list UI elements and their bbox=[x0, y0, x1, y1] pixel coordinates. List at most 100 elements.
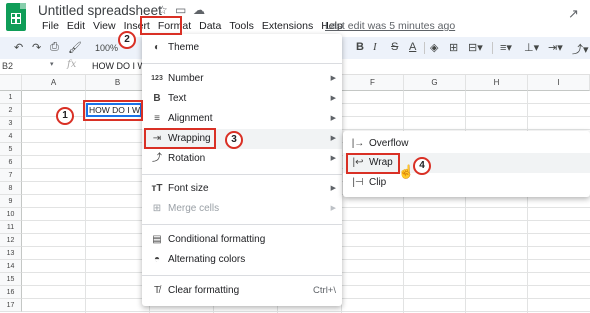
column-header[interactable]: G bbox=[404, 75, 466, 91]
menu-extensions[interactable]: Extensions bbox=[258, 20, 317, 32]
number-format-icon: 123 bbox=[151, 75, 163, 82]
italic-icon[interactable]: I bbox=[373, 41, 377, 53]
text-rotation-icon[interactable]: ⤴▾ bbox=[572, 41, 589, 57]
vertical-align-icon[interactable]: ⊥▾ bbox=[524, 41, 539, 54]
fx-label: fx bbox=[67, 59, 77, 70]
menu-edit[interactable]: Edit bbox=[63, 20, 89, 32]
submenu-item-overflow[interactable]: |→ Overflow bbox=[351, 134, 582, 154]
menu-file[interactable]: File bbox=[38, 20, 63, 32]
overflow-icon: |→ bbox=[351, 138, 365, 149]
grid-line bbox=[403, 91, 404, 313]
format-menu-highlight bbox=[140, 16, 182, 35]
menu-divider bbox=[142, 174, 342, 175]
row-header[interactable]: 15 bbox=[0, 273, 22, 286]
toolbar-divider bbox=[424, 42, 425, 54]
row-header[interactable]: 7 bbox=[0, 169, 22, 182]
wrapping-item-highlight bbox=[144, 128, 216, 149]
column-header[interactable]: I bbox=[528, 75, 590, 91]
menu-item-rotation[interactable]: ⤴ Rotation ▶ bbox=[150, 149, 336, 169]
row-header[interactable]: 2 bbox=[0, 104, 22, 117]
text-color-icon[interactable]: A bbox=[409, 41, 416, 53]
shortcut-label: Ctrl+\ bbox=[313, 285, 336, 296]
row-header[interactable]: 16 bbox=[0, 286, 22, 299]
row-header[interactable]: 5 bbox=[0, 143, 22, 156]
text-wrapping-icon[interactable]: ⇥▾ bbox=[548, 41, 563, 54]
zoom-select[interactable]: 100% bbox=[95, 43, 118, 53]
row-header[interactable]: 3 bbox=[0, 117, 22, 130]
column-header[interactable]: F bbox=[342, 75, 404, 91]
merge-cells-icon[interactable]: ⊟▾ bbox=[468, 41, 483, 54]
clear-format-icon: T̸ bbox=[153, 285, 161, 296]
step-badge: 1 bbox=[56, 107, 74, 125]
menu-item-clear-formatting[interactable]: T̸ Clear formatting Ctrl+\ bbox=[150, 281, 336, 301]
row-header[interactable]: 17 bbox=[0, 299, 22, 312]
fill-color-icon[interactable]: ◈ bbox=[430, 41, 438, 54]
menu-item-theme[interactable]: ◐ Theme bbox=[150, 38, 336, 58]
grid-line bbox=[22, 311, 590, 312]
submenu-arrow-icon: ▶ bbox=[330, 155, 336, 162]
menu-item-merge-cells[interactable]: ⊞ Merge cells ▶ bbox=[150, 199, 336, 219]
hand-cursor-icon: ☝ bbox=[398, 164, 415, 179]
format-menu: ◐ Theme 123 Number ▶ B Text ▶ ≡ Alignmen… bbox=[142, 34, 342, 306]
align-left-icon: ≡ bbox=[154, 113, 160, 124]
last-edit-link[interactable]: Last edit was 5 minutes ago bbox=[325, 20, 455, 32]
submenu-arrow-icon: ▶ bbox=[330, 185, 336, 192]
row-header[interactable]: 10 bbox=[0, 208, 22, 221]
wrap-item-highlight bbox=[346, 153, 400, 174]
activity-trend-icon[interactable]: ↗ bbox=[568, 6, 579, 22]
step-badge: 4 bbox=[413, 157, 431, 175]
menu-item-number[interactable]: 123 Number ▶ bbox=[150, 69, 336, 89]
select-all-corner[interactable] bbox=[0, 75, 22, 91]
toolbar-divider bbox=[492, 42, 493, 54]
row-header[interactable]: 11 bbox=[0, 221, 22, 234]
move-folder-icon[interactable]: ▭ bbox=[175, 3, 186, 17]
grid-line bbox=[465, 91, 466, 313]
menu-bar: File Edit View Insert Format Data Tools … bbox=[38, 20, 347, 32]
submenu-arrow-icon: ▶ bbox=[330, 75, 336, 82]
row-header[interactable]: 8 bbox=[0, 182, 22, 195]
borders-icon[interactable]: ⊞ bbox=[449, 41, 458, 54]
font-size-icon: ᴛT bbox=[151, 183, 163, 194]
menu-tools[interactable]: Tools bbox=[225, 20, 258, 32]
menu-data[interactable]: Data bbox=[195, 20, 225, 32]
name-box-dropdown-icon[interactable]: ▾ bbox=[50, 60, 54, 68]
submenu-arrow-icon: ▶ bbox=[330, 115, 336, 122]
bold-icon[interactable]: B bbox=[356, 41, 364, 53]
step-badge: 2 bbox=[118, 31, 136, 49]
row-header[interactable]: 1 bbox=[0, 91, 22, 104]
submenu-item-clip[interactable]: |⊣ Clip bbox=[351, 173, 582, 193]
row-header[interactable]: 6 bbox=[0, 156, 22, 169]
row-header[interactable]: 13 bbox=[0, 247, 22, 260]
cloud-status-icon[interactable]: ☁ bbox=[193, 3, 205, 17]
name-box[interactable]: B2 bbox=[2, 61, 13, 71]
menu-item-alternating-colors[interactable]: ◓ Alternating colors bbox=[150, 250, 336, 270]
step-badge: 3 bbox=[225, 131, 243, 149]
column-header[interactable]: B bbox=[86, 75, 150, 91]
row-header[interactable]: 4 bbox=[0, 130, 22, 143]
print-icon[interactable]: ⎙ bbox=[50, 41, 59, 54]
menu-view[interactable]: View bbox=[89, 20, 120, 32]
redo-icon[interactable]: ↷ bbox=[32, 41, 41, 54]
menu-item-text[interactable]: B Text ▶ bbox=[150, 89, 336, 109]
paint-format-icon[interactable]: 🖌 bbox=[68, 41, 82, 54]
column-header[interactable]: A bbox=[22, 75, 86, 91]
bold-text-icon: B bbox=[153, 93, 161, 104]
row-header[interactable]: 14 bbox=[0, 260, 22, 273]
rotate-text-icon: ⤴ bbox=[152, 153, 162, 164]
star-icon[interactable]: ☆ bbox=[157, 3, 168, 17]
row-header[interactable]: 12 bbox=[0, 234, 22, 247]
strikethrough-icon[interactable]: S bbox=[391, 41, 398, 53]
menu-item-conditional-formatting[interactable]: ▤ Conditional formatting bbox=[150, 230, 336, 250]
menu-item-alignment[interactable]: ≡ Alignment ▶ bbox=[150, 109, 336, 129]
horizontal-align-icon[interactable]: ≡▾ bbox=[500, 41, 512, 54]
menu-divider bbox=[142, 224, 342, 225]
palette-icon: ◐ bbox=[153, 42, 161, 53]
row-header[interactable]: 9 bbox=[0, 195, 22, 208]
fill-drip-icon: ◓ bbox=[153, 254, 161, 265]
undo-icon[interactable]: ↶ bbox=[14, 41, 23, 54]
menu-item-font-size[interactable]: ᴛT Font size ▶ bbox=[150, 179, 336, 199]
merge-icon: ⊞ bbox=[152, 203, 162, 214]
column-header[interactable]: H bbox=[466, 75, 528, 91]
sheets-logo-icon[interactable] bbox=[6, 3, 26, 31]
conditional-format-icon: ▤ bbox=[152, 234, 162, 245]
